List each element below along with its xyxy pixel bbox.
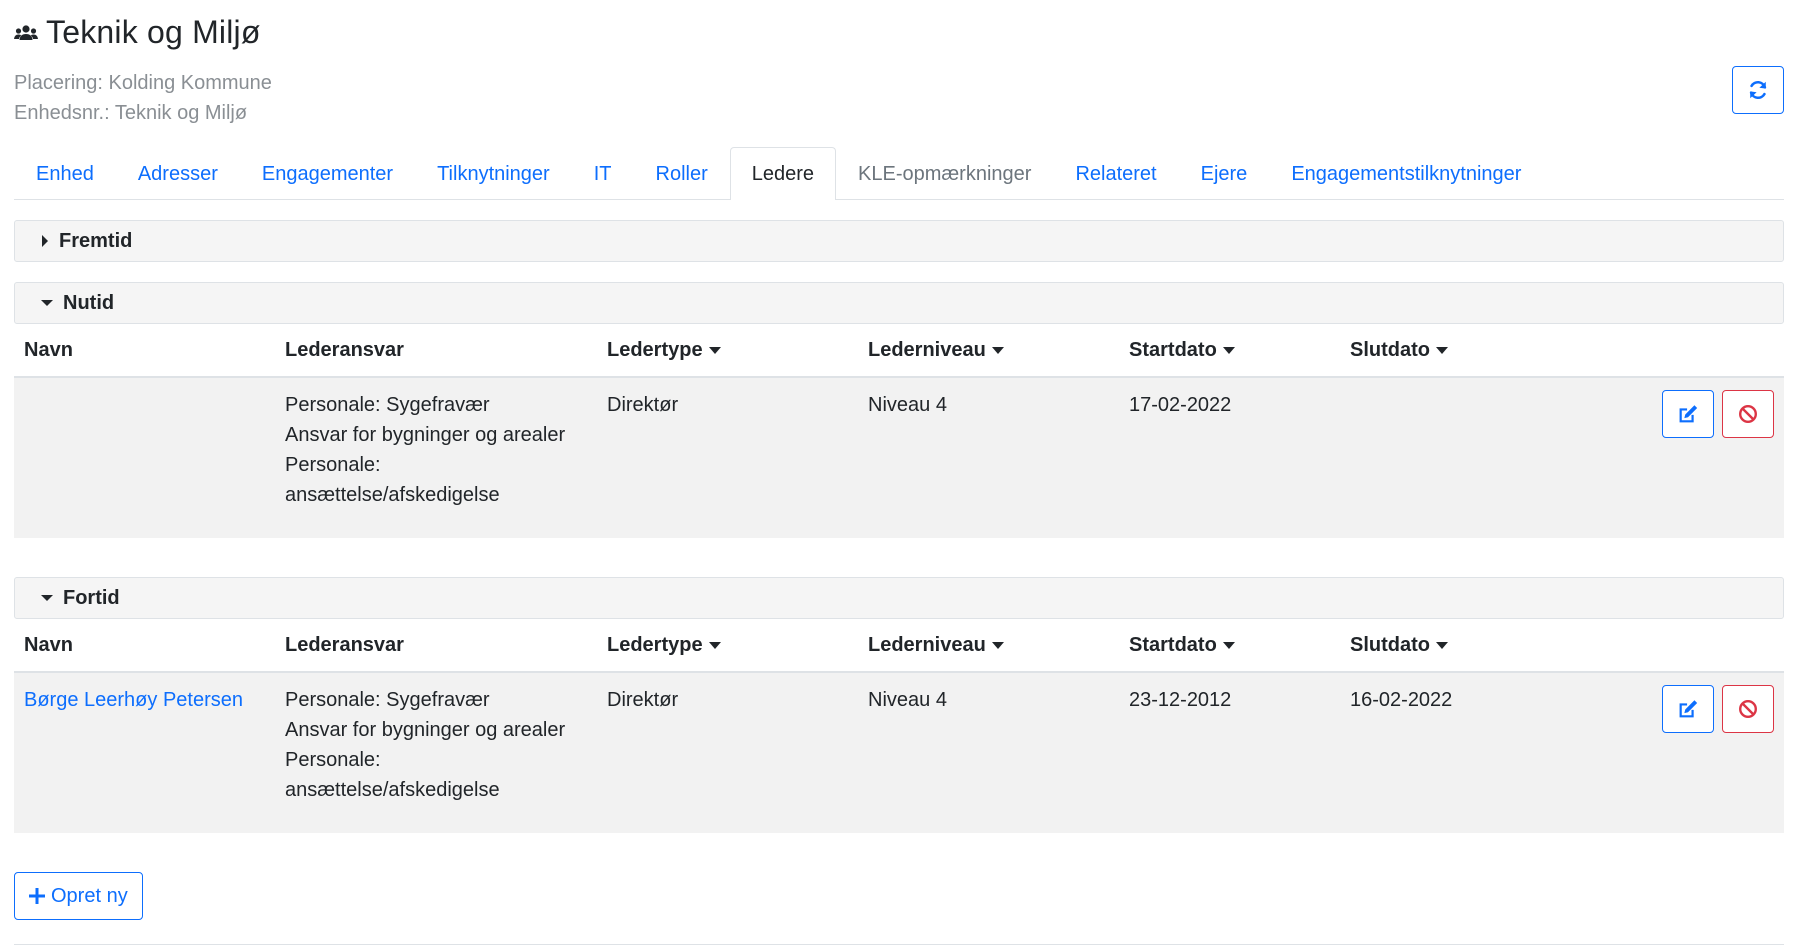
column-header-lederniveau[interactable]: Lederniveau <box>868 619 1004 671</box>
column-header-slutdato[interactable]: Slutdato <box>1350 324 1448 376</box>
section-nutid-toggle[interactable]: Nutid <box>14 282 1784 324</box>
people-icon <box>14 24 38 40</box>
plus-icon <box>29 888 45 904</box>
page-header: Teknik og Miljø <box>14 14 261 51</box>
sort-caret-icon <box>1222 641 1235 649</box>
column-header-startdato[interactable]: Startdato <box>1129 324 1235 376</box>
tab-bar: Enhed Adresser Engagementer Tilknytninge… <box>14 147 1784 200</box>
refresh-button[interactable] <box>1732 66 1784 114</box>
tab-roller[interactable]: Roller <box>634 147 730 199</box>
cell-lederansvar: Personale: Sygefravær Ansvar for bygning… <box>285 685 585 805</box>
cell-ledertype: Direktør <box>607 394 679 416</box>
caret-down-icon <box>41 297 53 309</box>
tab-ejere[interactable]: Ejere <box>1179 147 1270 199</box>
cell-startdato: 17-02-2022 <box>1129 394 1232 416</box>
column-header-navn: Navn <box>24 339 73 361</box>
table-row: Børge Leerhøy Petersen Personale: Sygefr… <box>14 673 1784 833</box>
divider <box>14 944 1784 945</box>
sort-caret-icon <box>1222 346 1235 354</box>
tab-relateret[interactable]: Relateret <box>1053 147 1178 199</box>
cell-slutdato: 16-02-2022 <box>1350 689 1453 711</box>
section-fortid-toggle[interactable]: Fortid <box>14 577 1784 619</box>
placering-text: Placering: Kolding Kommune <box>14 72 272 94</box>
column-header-lederansvar: Lederansvar <box>285 339 404 361</box>
section-fortid-label: Fortid <box>63 586 120 609</box>
terminate-button[interactable] <box>1722 390 1774 438</box>
table-header: Navn Lederansvar Ledertype Lederniveau S… <box>14 619 1784 673</box>
create-new-button[interactable]: Opret ny <box>14 872 143 920</box>
column-header-ledertype[interactable]: Ledertype <box>607 324 721 376</box>
column-header-navn: Navn <box>24 634 73 656</box>
cell-lederniveau: Niveau 4 <box>868 394 947 416</box>
refresh-icon <box>1749 80 1767 100</box>
table-header: Navn Lederansvar Ledertype Lederniveau S… <box>14 324 1784 378</box>
tab-kle-opmaerkninger[interactable]: KLE-opmærkninger <box>836 147 1053 199</box>
column-header-ledertype[interactable]: Ledertype <box>607 619 721 671</box>
terminate-icon <box>1739 700 1757 718</box>
cell-lederniveau: Niveau 4 <box>868 689 947 711</box>
tab-tilknytninger[interactable]: Tilknytninger <box>415 147 572 199</box>
sort-caret-icon <box>991 346 1004 354</box>
sort-caret-icon <box>991 641 1004 649</box>
sort-caret-icon <box>708 346 721 354</box>
responsibility-item: Personale: Sygefravær <box>285 689 490 711</box>
edit-icon <box>1679 405 1698 423</box>
responsibility-item: Personale: <box>285 749 381 771</box>
fortid-table: Navn Lederansvar Ledertype Lederniveau S… <box>14 619 1784 833</box>
tab-engagementstilknytninger[interactable]: Engagementstilknytninger <box>1269 147 1543 199</box>
table-row: Personale: Sygefravær Ansvar for bygning… <box>14 378 1784 538</box>
edit-button[interactable] <box>1662 685 1714 733</box>
tab-engagementer[interactable]: Engagementer <box>240 147 415 199</box>
sort-caret-icon <box>1436 641 1448 649</box>
caret-right-icon <box>39 235 51 247</box>
create-new-label: Opret ny <box>51 884 128 907</box>
nutid-table: Navn Lederansvar Ledertype Lederniveau S… <box>14 324 1784 538</box>
cell-lederansvar: Personale: Sygefravær Ansvar for bygning… <box>285 390 585 510</box>
caret-down-icon <box>41 592 53 604</box>
edit-icon <box>1679 700 1698 718</box>
tab-ledere[interactable]: Ledere <box>729 147 837 200</box>
section-nutid-label: Nutid <box>63 291 115 314</box>
tab-adresser[interactable]: Adresser <box>116 147 240 199</box>
enhedsnr-text: Enhedsnr.: Teknik og Miljø <box>14 102 248 124</box>
manager-link[interactable]: Børge Leerhøy Petersen <box>24 689 243 711</box>
sort-caret-icon <box>1436 346 1448 354</box>
section-fremtid-label: Fremtid <box>59 229 133 252</box>
column-header-slutdato[interactable]: Slutdato <box>1350 619 1448 671</box>
terminate-button[interactable] <box>1722 685 1774 733</box>
sort-caret-icon <box>708 641 721 649</box>
tab-enhed[interactable]: Enhed <box>14 147 116 199</box>
unit-meta: Placering: Kolding Kommune Enhedsnr.: Te… <box>14 68 272 128</box>
column-header-lederniveau[interactable]: Lederniveau <box>868 324 1004 376</box>
responsibility-item: Ansvar for bygninger og arealer <box>285 424 566 446</box>
column-header-startdato[interactable]: Startdato <box>1129 619 1235 671</box>
section-fremtid-toggle[interactable]: Fremtid <box>14 220 1784 262</box>
responsibility-item: Ansvar for bygninger og arealer <box>285 719 566 741</box>
responsibility-item: ansættelse/afskedigelse <box>285 779 500 801</box>
column-header-lederansvar: Lederansvar <box>285 634 404 656</box>
edit-button[interactable] <box>1662 390 1714 438</box>
cell-navn: Børge Leerhøy Petersen <box>24 685 243 715</box>
tab-it[interactable]: IT <box>572 147 634 199</box>
responsibility-item: ansættelse/afskedigelse <box>285 484 500 506</box>
cell-startdato: 23-12-2012 <box>1129 689 1232 711</box>
responsibility-item: Personale: <box>285 454 381 476</box>
responsibility-item: Personale: Sygefravær <box>285 394 490 416</box>
cell-ledertype: Direktør <box>607 689 679 711</box>
terminate-icon <box>1739 405 1757 423</box>
page-title: Teknik og Miljø <box>46 14 261 50</box>
